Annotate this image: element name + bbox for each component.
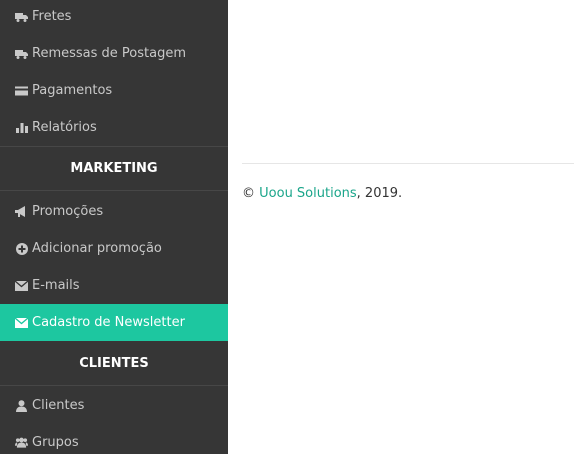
sidebar-item-label: Relatórios — [32, 120, 97, 135]
sidebar-item-label: Remessas de Postagem — [32, 46, 186, 61]
sidebar-item-clientes[interactable]: Clientes — [0, 387, 228, 424]
envelope-icon — [15, 317, 28, 329]
footer: © Uoou Solutions, 2019. — [242, 186, 402, 201]
sidebar: Fretes Remessas de Postagem Pagamentos R… — [0, 0, 228, 454]
truck-icon — [15, 48, 28, 60]
bar-chart-icon — [15, 122, 28, 134]
sidebar-item-label: Promoções — [32, 204, 104, 219]
users-icon — [15, 437, 28, 449]
copyright-symbol: © — [242, 186, 255, 201]
sidebar-item-label: Cadastro de Newsletter — [32, 315, 185, 330]
sidebar-item-label: E-mails — [32, 278, 80, 293]
sidebar-item-label: Clientes — [32, 398, 85, 413]
envelope-icon — [15, 280, 28, 292]
company-link[interactable]: Uoou Solutions — [259, 186, 357, 201]
section-title-marketing: MARKETING — [0, 146, 228, 191]
sidebar-item-grupos[interactable]: Grupos — [0, 424, 228, 461]
sidebar-item-emails[interactable]: E-mails — [0, 267, 228, 304]
sidebar-item-label: Adicionar promoção — [32, 241, 162, 256]
sidebar-item-label: Fretes — [32, 9, 72, 24]
credit-card-icon — [15, 85, 28, 97]
sidebar-item-adicionar-promocao[interactable]: Adicionar promoção — [0, 230, 228, 267]
sidebar-item-remessas[interactable]: Remessas de Postagem — [0, 35, 228, 72]
bullhorn-icon — [15, 206, 28, 218]
sidebar-item-label: Grupos — [32, 435, 79, 450]
sidebar-item-label: Pagamentos — [32, 83, 113, 98]
sidebar-item-cadastro-newsletter[interactable]: Cadastro de Newsletter — [0, 304, 228, 341]
sidebar-item-fretes[interactable]: Fretes — [0, 0, 228, 35]
user-icon — [15, 399, 28, 412]
plus-circle-icon — [15, 242, 28, 255]
sidebar-item-relatorios[interactable]: Relatórios — [0, 109, 228, 146]
footer-year: , 2019. — [356, 186, 403, 201]
section-title-clientes: CLIENTES — [0, 341, 228, 386]
footer-divider — [242, 163, 574, 164]
sidebar-item-pagamentos[interactable]: Pagamentos — [0, 72, 228, 109]
sidebar-item-promocoes[interactable]: Promoções — [0, 193, 228, 230]
truck-icon — [15, 11, 28, 23]
